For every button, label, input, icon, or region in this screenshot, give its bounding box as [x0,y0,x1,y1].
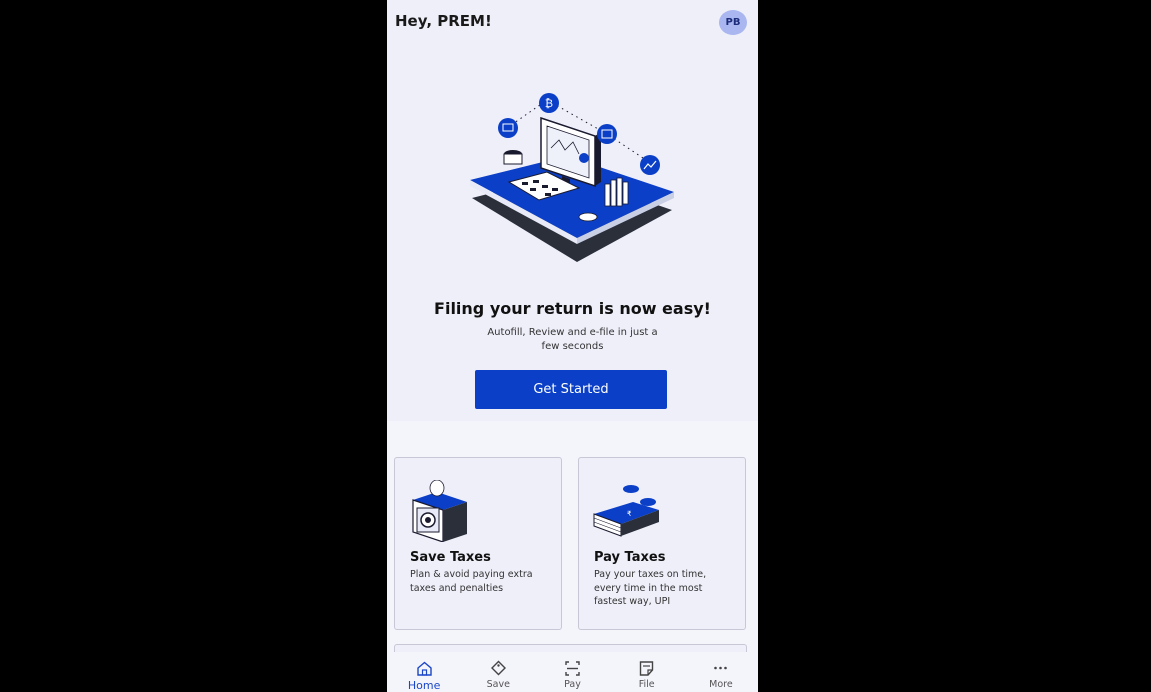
hero-subtitle: Autofill, Review and e-file in just a fe… [487,327,658,352]
nav-save[interactable]: Save [461,652,535,692]
card-description: Pay your taxes on time, every time in th… [594,569,707,607]
card-title: Save Taxes [410,550,491,565]
nav-label: Save [486,679,510,690]
money-stack-icon: ₹ [593,485,659,537]
bottom-nav: Home Save Pay File More [387,652,758,692]
nav-file[interactable]: File [610,652,684,692]
hero-section: Hey, PREM! PB ₿ Filing your return is no… [387,0,758,421]
desk-illustration: ₿ [470,93,674,262]
scan-icon [565,661,580,676]
avatar[interactable]: PB [719,10,747,35]
nav-label: Home [407,679,441,692]
nav-label: Pay [564,679,581,690]
svg-text:₹: ₹ [627,510,632,518]
more-icon [714,666,728,670]
document-icon [640,661,654,676]
greeting-text: Hey, PREM! [395,12,492,30]
save-taxes-card[interactable]: Save Taxes Plan & avoid paying extra tax… [394,457,562,630]
get-started-button[interactable]: Get Started [475,370,667,409]
nav-label: File [638,679,655,690]
card-title: Pay Taxes [594,550,666,565]
tag-icon [490,660,506,676]
hero-title: Filing your return is now easy! [434,299,711,318]
nav-more[interactable]: More [684,652,758,692]
nav-label: More [709,679,733,690]
nav-home[interactable]: Home [387,652,461,692]
safe-icon [412,480,467,542]
card-description: Plan & avoid paying extra taxes and pena… [410,569,533,594]
app-screen: Hey, PREM! PB ₿ Filing your return is no… [387,0,758,692]
nav-pay[interactable]: Pay [535,652,609,692]
home-icon [416,661,432,676]
pay-taxes-card[interactable]: ₹ Pay Taxes Pay your taxes on time, ever… [578,457,746,630]
svg-text:₿: ₿ [545,97,553,110]
